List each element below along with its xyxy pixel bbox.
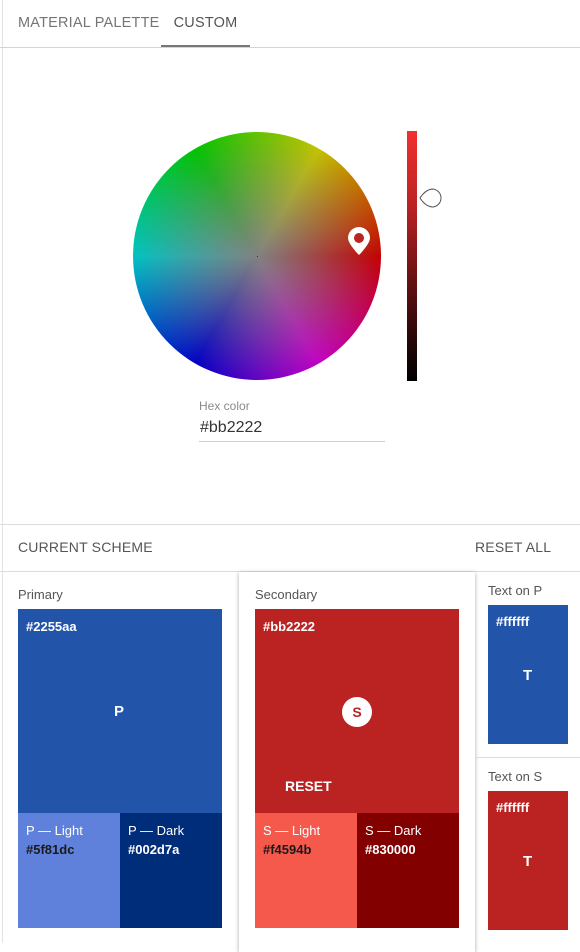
text-column-divider: [476, 757, 580, 758]
reset-all-button[interactable]: RESET ALL: [475, 539, 551, 555]
secondary-dark-label: S — Dark: [365, 823, 422, 838]
text-on-s-hex: #ffffff: [496, 800, 530, 815]
current-scheme-title: CURRENT SCHEME: [18, 539, 153, 555]
tab-material-palette[interactable]: MATERIAL PALETTE: [18, 0, 160, 47]
color-wheel-marker-icon[interactable]: [346, 226, 372, 256]
lightness-slider[interactable]: [407, 131, 417, 381]
tab-custom[interactable]: CUSTOM: [161, 0, 250, 47]
primary-light-label: P — Light: [26, 823, 83, 838]
text-on-p-hex: #ffffff: [496, 614, 530, 629]
secondary-dark-hex: #830000: [365, 842, 416, 857]
primary-letter: P: [114, 703, 125, 720]
secondary-light-hex: #f4594b: [263, 842, 312, 857]
primary-dark-label: P — Dark: [128, 823, 185, 838]
color-wheel-center-dot: [257, 256, 258, 257]
secondary-label: Secondary: [255, 587, 318, 602]
panel-border: [2, 0, 3, 943]
active-tab-indicator: [161, 45, 250, 47]
section-divider: [0, 524, 580, 525]
text-on-s-letter: T: [523, 853, 533, 870]
hex-color-label: Hex color: [199, 399, 250, 413]
primary-label: Primary: [18, 587, 63, 602]
secondary-light-label: S — Light: [263, 823, 321, 838]
secondary-hex: #bb2222: [263, 619, 316, 634]
secondary-reset-button[interactable]: RESET: [285, 778, 332, 794]
hex-color-input[interactable]: [199, 415, 385, 442]
lightness-slider-thumb-icon[interactable]: [419, 187, 443, 209]
color-tool-panel: MATERIAL PALETTE CUSTOM Hex color CURREN…: [0, 0, 580, 952]
text-on-s-label: Text on S: [488, 769, 543, 784]
text-on-p-label: Text on P: [488, 583, 543, 598]
tab-bar: MATERIAL PALETTE CUSTOM: [0, 0, 580, 48]
secondary-letter-badge: S: [342, 697, 372, 727]
primary-light-hex: #5f81dc: [26, 842, 75, 857]
text-on-p-letter: T: [523, 667, 533, 684]
primary-hex: #2255aa: [26, 619, 77, 634]
primary-dark-hex: #002d7a: [128, 842, 180, 857]
